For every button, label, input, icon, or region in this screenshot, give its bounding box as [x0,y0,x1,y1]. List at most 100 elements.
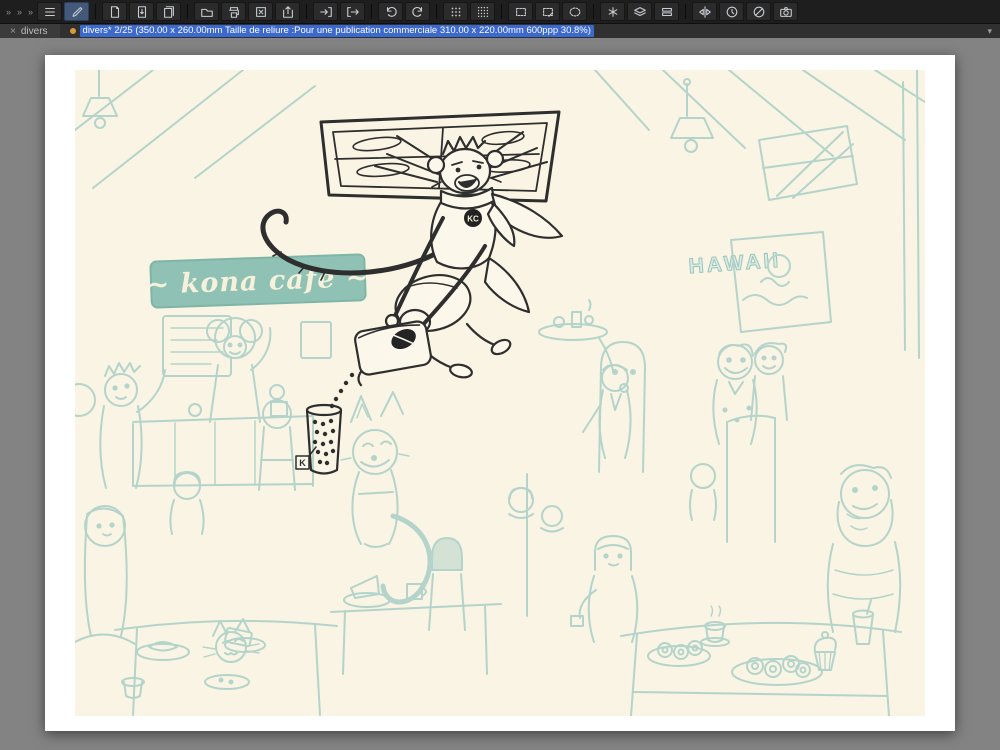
toolbar-separator [685,4,686,19]
patron-right-small [690,464,716,520]
no-entry-icon [752,5,766,19]
toolbar-separator [95,4,96,19]
close-tab-icon[interactable]: × [10,26,16,37]
save-page-button[interactable] [129,2,154,21]
open-folder-icon [200,5,214,19]
layer-folder-icon [660,5,674,19]
menu-board [163,316,331,376]
center-table [331,576,501,674]
patron-long-hair [75,506,135,644]
coffee-sack [350,320,434,385]
filter-effects-button[interactable] [600,2,625,21]
undo-button[interactable] [378,2,403,21]
save-all-pages-button[interactable] [156,2,181,21]
toolbar-separator [371,4,372,19]
toolbar-separator [501,4,502,19]
toolbar: » » » [0,0,1000,23]
document-page[interactable]: ~ kona cafe ~ HAWAII [45,55,955,731]
patron-smiling [713,344,756,444]
left-table [115,619,337,715]
marquee-pen-icon [541,5,555,19]
active-tab-label: divers* 2/25 (350.00 x 260.00mm Taille d… [80,25,594,37]
canvas-viewport[interactable]: ~ kona cafe ~ HAWAII [0,38,1000,750]
artwork-area: ~ kona cafe ~ HAWAII [75,70,925,716]
save-all-icon [162,5,176,19]
patron-bearded [828,465,901,632]
unsaved-indicator-icon [70,28,76,34]
flip-horizontal-icon [698,5,712,19]
flip-horizontal-button[interactable] [692,2,717,21]
toolbar-separator [436,4,437,19]
camera-icon [779,5,793,19]
new-page-button[interactable] [102,2,127,21]
pen-tool-button[interactable] [64,2,89,21]
kona-cafe-sign: ~ kona cafe ~ [146,254,370,308]
toolbar-separator [593,4,594,19]
capture-device-button[interactable] [773,2,798,21]
pen-icon [70,5,84,19]
artwork: ~ kona cafe ~ HAWAII [75,70,925,716]
layer-stack-button[interactable] [627,2,652,21]
layers-icon [633,5,647,19]
document-tabbar: × divers divers* 2/25 (350.00 x 260.00mm… [0,23,1000,38]
counter [133,402,313,486]
redo-button[interactable] [405,2,430,21]
panel-expand-icon[interactable]: » [28,7,33,17]
tone-pattern-button[interactable] [443,2,468,21]
pinned-tab-divers[interactable]: × divers [0,24,60,38]
clock-rotate-icon [725,5,739,19]
patrons-center-small [509,488,563,532]
undo-icon [384,5,398,19]
sparkle-icon [606,5,620,19]
panel-expand-icon[interactable]: » [17,7,22,17]
export-arrow-icon [346,5,360,19]
marquee-rect-icon [514,5,528,19]
new-page-icon [108,5,122,19]
marquee-ellipse-icon [568,5,582,19]
barista-curly-hair [207,318,270,422]
printer-icon [227,5,241,19]
select-pen-button[interactable] [535,2,560,21]
rotate-view-button[interactable] [719,2,744,21]
save-page-icon [135,5,149,19]
door-frame [727,416,775,542]
select-rectangle-button[interactable] [508,2,533,21]
waitress-bun [259,385,295,490]
patron-hoodie [170,472,203,534]
share-up-icon [281,5,295,19]
surf-poster [731,232,831,332]
tone-dots-icon [449,5,463,19]
toolbar-separator [187,4,188,19]
tab-overflow-chevron-icon[interactable]: ▾ [987,26,992,37]
share-export-button[interactable] [275,2,300,21]
right-table [621,600,901,716]
spreadsheet-x-icon [254,5,268,19]
import-file-button[interactable] [313,2,338,21]
hamburger-menu-icon [43,5,57,19]
patron-dark-bob [429,538,465,630]
tone-pattern-dense-button[interactable] [470,2,495,21]
tone-dots-dense-icon [476,5,490,19]
export-spreadsheet-button[interactable] [248,2,273,21]
bean-glass: K [296,405,341,474]
restrict-editing-button[interactable] [746,2,771,21]
layer-folder-button[interactable] [654,2,679,21]
print-button[interactable] [221,2,246,21]
active-document-tab[interactable]: divers* 2/25 (350.00 x 260.00mm Taille d… [70,25,594,37]
scarf-emblem-text: KC [467,215,479,224]
open-file-button[interactable] [194,2,219,21]
right-skylight-sketch [759,126,857,200]
pinned-tab-label: divers [21,26,48,37]
select-ellipse-button[interactable] [562,2,587,21]
redo-icon [411,5,425,19]
skylight-window-sketch [321,112,559,201]
panel-expand-icon[interactable]: » [6,7,11,17]
waiter-with-tray [539,300,631,458]
import-arrow-icon [319,5,333,19]
export-file-button[interactable] [340,2,365,21]
hanging-lamp-center [671,79,713,152]
main-menu-button[interactable] [37,2,62,21]
patrons-left [75,363,165,488]
glass-tag-text: K [299,458,306,468]
fox-patron [341,392,430,602]
